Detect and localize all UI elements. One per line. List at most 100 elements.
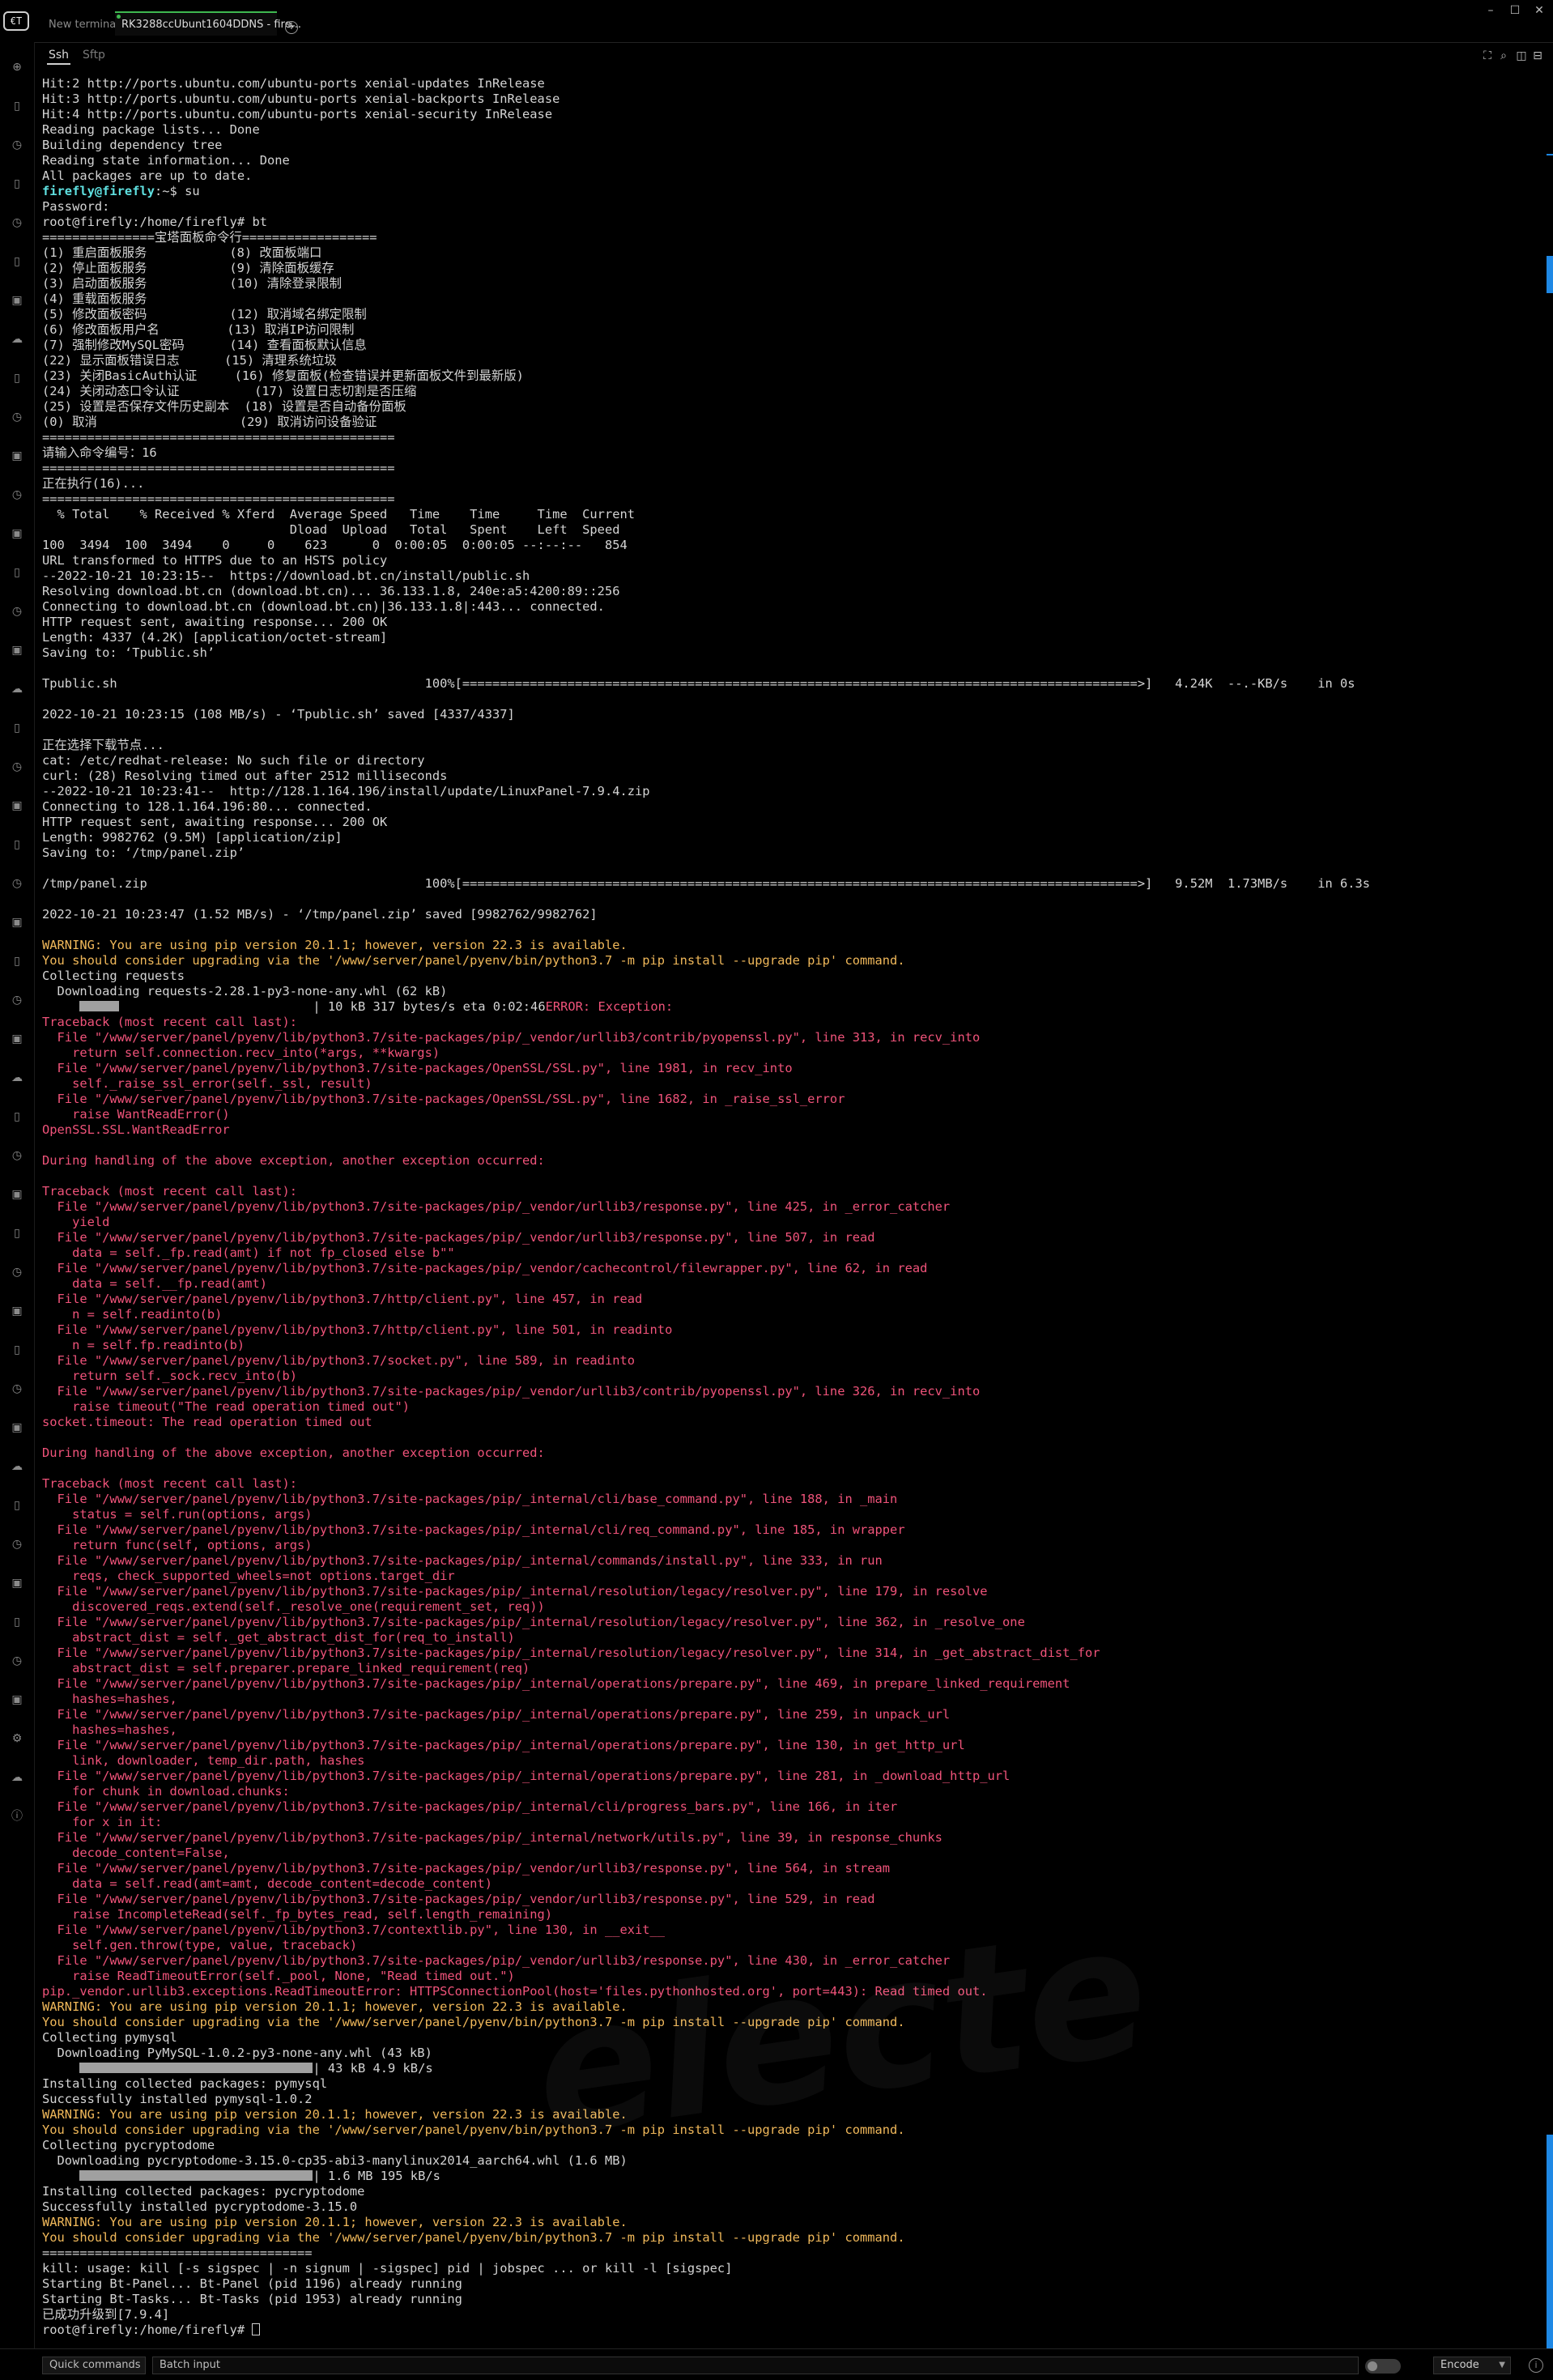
line-text: File "/www/server/panel/pyenv/lib/python… [42, 1738, 965, 1752]
history-icon[interactable]: ◷ [10, 410, 24, 424]
terminal-output[interactable]: Hit:2 http://ports.ubuntu.com/ubuntu-por… [42, 76, 1544, 2348]
image-icon[interactable]: ▣ [10, 1576, 24, 1590]
image-icon[interactable]: ▣ [10, 449, 24, 463]
terminal-line: File "/www/server/panel/pyenv/lib/python… [42, 1953, 1544, 1969]
image-icon[interactable]: ▣ [10, 1032, 24, 1046]
line-text: (6) 修改面板用户名 (13) 取消IP访问限制 [42, 322, 355, 337]
line-text: WARNING: You are using pip version 20.1.… [42, 2107, 628, 2122]
image-icon[interactable]: ▣ [10, 526, 24, 541]
cloud-upload-icon[interactable]: ☁ [10, 1770, 24, 1785]
batch-input[interactable]: Batch input [152, 2357, 1359, 2374]
encode-select[interactable]: Encode ▼ [1433, 2357, 1511, 2374]
bookmark-icon[interactable]: ▯ [10, 1343, 24, 1357]
terminal-line: (23) 关闭BasicAuth认证 (16) 修复面板(检查错误并更新面板文件… [42, 368, 1544, 384]
line-text: (4) 重载面板服务 [42, 292, 147, 306]
bookmark-icon[interactable]: ▯ [10, 1615, 24, 1629]
bookmark-icon[interactable]: ▯ [10, 177, 24, 191]
batch-toggle[interactable] [1365, 2359, 1401, 2374]
bookmark-icon[interactable]: ▯ [10, 954, 24, 969]
image-icon[interactable]: ▣ [10, 798, 24, 813]
terminal-line: status = self.run(options, args) [42, 1507, 1544, 1522]
history-icon[interactable]: ◷ [10, 1265, 24, 1279]
history-icon[interactable]: ◷ [10, 1148, 24, 1163]
line-text: File "/www/server/panel/pyenv/lib/python… [42, 1030, 981, 1045]
cloud-icon[interactable]: ☁ [10, 682, 24, 696]
add-tab-icon[interactable]: + [285, 21, 298, 34]
subtab-sftp[interactable]: Sftp [81, 47, 107, 63]
terminal-line: File "/www/server/panel/pyenv/lib/python… [42, 1769, 1544, 1784]
image-icon[interactable]: ▣ [10, 1692, 24, 1707]
bookmark-icon[interactable]: ▯ [10, 837, 24, 852]
terminal-line: ========================================… [42, 492, 1544, 507]
history-icon[interactable]: ◷ [10, 993, 24, 1007]
quick-commands-button[interactable]: Quick commands [42, 2357, 146, 2374]
line-text: (7) 强制修改MySQL密码 (14) 查看面板默认信息 [42, 338, 367, 352]
terminal-line: n = self.readinto(b) [42, 1307, 1544, 1322]
line-text: File "/www/server/panel/pyenv/lib/python… [42, 1230, 875, 1245]
bookmark-icon[interactable]: ▯ [10, 1109, 24, 1124]
scroll-thumb[interactable] [1547, 2135, 1553, 2348]
subtab-ssh[interactable]: Ssh [47, 47, 71, 65]
line-text: 正在选择下载节点... [42, 738, 164, 752]
add-icon[interactable]: ⊕ [10, 60, 24, 75]
terminal-line: File "/www/server/panel/pyenv/lib/python… [42, 1830, 1544, 1846]
cloud-icon[interactable]: ☁ [10, 1459, 24, 1474]
line-text: Length: 9982762 (9.5M) [application/zip] [42, 830, 343, 845]
bookmark-icon[interactable]: ▯ [10, 254, 24, 269]
history-icon[interactable]: ◷ [10, 215, 24, 230]
search-icon[interactable]: ⌕ [1496, 49, 1511, 63]
bookmark-icon[interactable]: ▯ [10, 99, 24, 113]
history-icon[interactable]: ◷ [10, 138, 24, 152]
history-icon[interactable]: ◷ [10, 487, 24, 502]
image-icon[interactable]: ▣ [10, 643, 24, 658]
bookmark-icon[interactable]: ▯ [10, 371, 24, 385]
bookmark-icon[interactable]: ▯ [10, 721, 24, 735]
image-icon[interactable]: ▣ [10, 293, 24, 308]
sidebar: ⊕ ▯ ◷ ▯ ◷ ▯ ▣ ☁ ▯ ◷ ▣ ◷ ▣ ▯ ◷ ▣ ☁ ▯ ◷ ▣ … [0, 42, 35, 2348]
terminal-line: root@firefly:/home/firefly# bt [42, 215, 1544, 230]
terminal-line: return self.connection.recv_into(*args, … [42, 1045, 1544, 1061]
info-icon[interactable]: ⓘ [10, 1809, 24, 1824]
history-icon[interactable]: ◷ [10, 604, 24, 619]
scrollbar[interactable] [1545, 76, 1553, 2348]
line-text: Reading state information... Done [42, 153, 290, 168]
image-icon[interactable]: ▣ [10, 1187, 24, 1202]
history-icon[interactable]: ◷ [10, 1537, 24, 1552]
terminal-line: WARNING: You are using pip version 20.1.… [42, 1999, 1544, 2015]
line-text: File "/www/server/panel/pyenv/lib/python… [42, 1799, 898, 1814]
history-icon[interactable]: ◷ [10, 760, 24, 774]
terminal-line: 请输入命令编号：16 [42, 445, 1544, 461]
settings-icon[interactable]: ⚙ [10, 1731, 24, 1746]
history-icon[interactable]: ◷ [10, 876, 24, 891]
terminal-line: Collecting pycryptodome [42, 2138, 1544, 2153]
close-icon[interactable]: ✕ [1529, 2, 1550, 19]
cloud-icon[interactable]: ☁ [10, 332, 24, 347]
cloud-icon[interactable]: ☁ [10, 1071, 24, 1085]
maximize-icon[interactable]: ☐ [1504, 2, 1525, 19]
fullscreen-icon[interactable]: ⛶ [1480, 49, 1495, 63]
minimize-icon[interactable]: – [1480, 2, 1501, 19]
tab-ssh-session[interactable]: RK3288ccUbunt1604DDNS - fire... [115, 11, 301, 36]
bookmark-icon[interactable]: ▯ [10, 1226, 24, 1241]
terminal-line: Successfully installed pymysql-1.0.2 [42, 2092, 1544, 2107]
bookmark-icon[interactable]: ▯ [10, 1498, 24, 1513]
line-text: return self.connection.recv_into(*args, … [42, 1045, 440, 1060]
bookmark-icon[interactable]: ▯ [10, 565, 24, 580]
image-icon[interactable]: ▣ [10, 915, 24, 930]
info-icon[interactable]: i [1529, 2358, 1543, 2373]
line-text: decode_content=False, [42, 1846, 230, 1860]
line-text: (5) 修改面板密码 (12) 取消域名绑定限制 [42, 307, 367, 321]
line-text: File "/www/server/panel/pyenv/lib/python… [42, 1646, 1100, 1660]
split-vertical-icon[interactable]: ◫ [1514, 49, 1529, 63]
history-icon[interactable]: ◷ [10, 1382, 24, 1396]
terminal-line: 100 3494 100 3494 0 0 623 0 0:00:05 0:00… [42, 538, 1544, 553]
terminal-line: File "/www/server/panel/pyenv/lib/python… [42, 1522, 1544, 1538]
split-horizontal-icon[interactable]: ⊟ [1530, 49, 1545, 63]
tab-new-terminal[interactable]: New terminal [42, 11, 119, 36]
history-icon[interactable]: ◷ [10, 1654, 24, 1668]
line-text: During handling of the above exception, … [42, 1153, 545, 1168]
image-icon[interactable]: ▣ [10, 1420, 24, 1435]
image-icon[interactable]: ▣ [10, 1304, 24, 1318]
